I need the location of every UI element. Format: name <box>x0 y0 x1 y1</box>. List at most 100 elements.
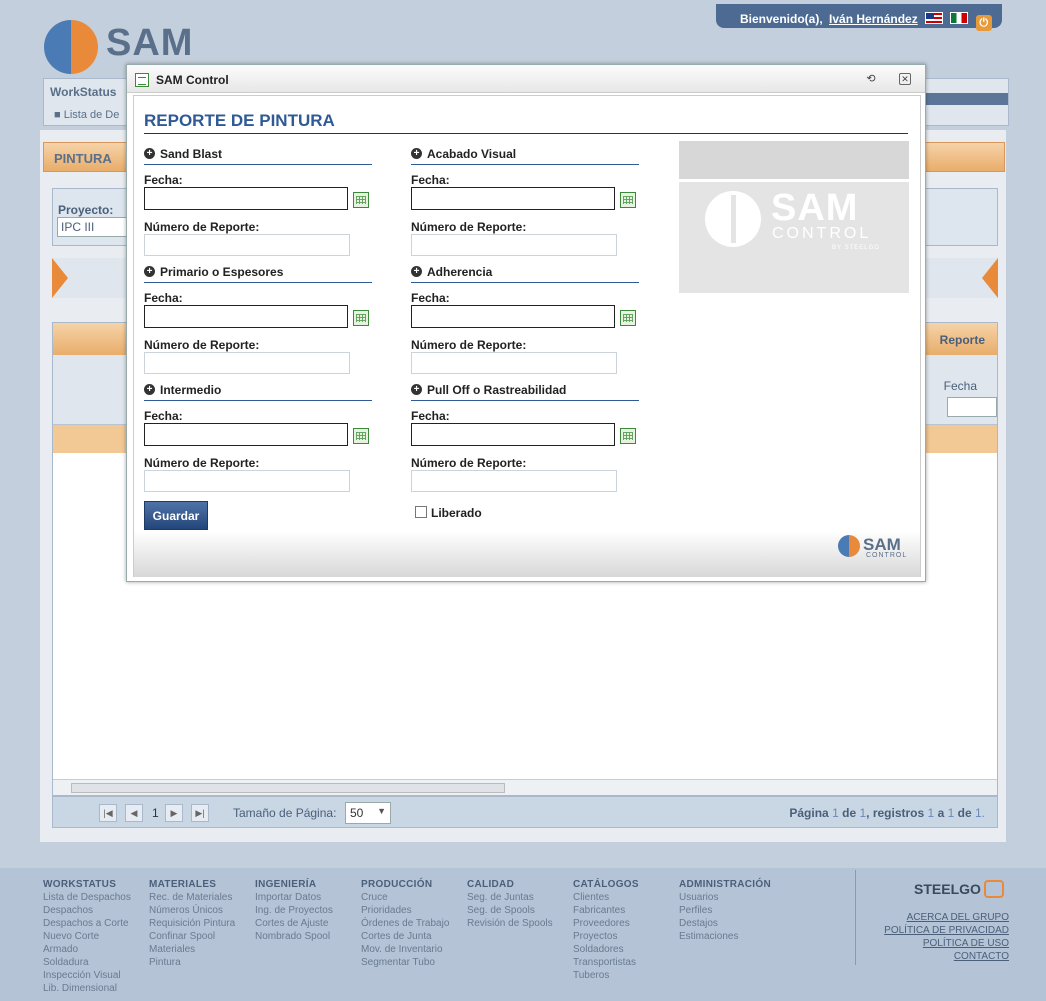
footer-link[interactable]: Rec. de Materiales <box>149 891 235 904</box>
footer-link[interactable]: Usuarios <box>679 891 771 904</box>
footer-link[interactable]: CONTACTO <box>884 950 1009 963</box>
footer-link[interactable]: Proyectos <box>573 930 639 943</box>
sam-logo-icon <box>44 20 98 74</box>
footer-link[interactable]: Pintura <box>149 956 235 969</box>
footer-link[interactable]: POLÍTICA DE PRIVACIDAD <box>884 924 1009 937</box>
adherencia-fecha-input[interactable] <box>411 305 615 328</box>
sam-logo-icon <box>838 535 860 557</box>
prev-page-icon[interactable]: ◀ <box>125 804 143 822</box>
plus-icon[interactable]: + <box>411 266 422 277</box>
workstatus-title[interactable]: WorkStatus <box>50 85 116 99</box>
footer-link[interactable]: Clientes <box>573 891 639 904</box>
footer-link[interactable]: Estimaciones <box>679 930 771 943</box>
plus-icon[interactable]: + <box>411 384 422 395</box>
intermedio-reporte-input[interactable] <box>144 470 350 492</box>
workstatus-subitem[interactable]: ■ Lista de De <box>54 109 119 121</box>
reporte-link[interactable]: Reporte <box>940 333 985 347</box>
footer-link[interactable]: Despachos a Corte <box>43 917 131 930</box>
arrow-left-icon[interactable] <box>52 258 68 298</box>
footer-link[interactable]: Números Únicos <box>149 904 235 917</box>
calendar-icon[interactable] <box>620 310 636 326</box>
footer-link[interactable]: Proveedores <box>573 917 639 930</box>
logout-power-icon[interactable]: ⏻ <box>975 15 992 31</box>
footer-link[interactable]: Segmentar Tubo <box>361 956 449 969</box>
refresh-icon[interactable]: ⟲ <box>865 73 877 85</box>
calendar-icon[interactable] <box>353 310 369 326</box>
horizontal-scrollbar[interactable] <box>53 779 997 795</box>
footer-link[interactable]: ACERCA DEL GRUPO <box>884 911 1009 924</box>
sand-blast-fecha-input[interactable] <box>144 187 348 210</box>
footer-link[interactable]: Lista de Despachos <box>43 891 131 904</box>
fecha-label: Fecha: <box>411 173 450 187</box>
footer-link[interactable]: Requisición Pintura <box>149 917 235 930</box>
next-page-icon[interactable]: ▶ <box>165 804 183 822</box>
sand-blast-reporte-input[interactable] <box>144 234 350 256</box>
acabado-visual-reporte-input[interactable] <box>411 234 617 256</box>
panel-logo-control: CONTROL <box>772 225 872 242</box>
plus-icon[interactable]: + <box>144 266 155 277</box>
close-icon[interactable]: ✕ <box>899 73 911 85</box>
footer-link[interactable]: Fabricantes <box>573 904 639 917</box>
liberado-option[interactable]: Liberado <box>415 506 482 520</box>
footer-link[interactable]: Armado <box>43 943 131 956</box>
plus-icon[interactable]: + <box>144 384 155 395</box>
footer-link[interactable]: POLÍTICA DE USO <box>884 937 1009 950</box>
plus-icon[interactable]: + <box>411 148 422 159</box>
intermedio-fecha-input[interactable] <box>144 423 348 446</box>
footer-link[interactable]: Cruce <box>361 891 449 904</box>
calendar-icon[interactable] <box>620 428 636 444</box>
mx-flag-icon[interactable] <box>950 12 969 24</box>
calendar-icon[interactable] <box>353 428 369 444</box>
adherencia-reporte-input[interactable] <box>411 352 617 374</box>
footer-link[interactable]: Importar Datos <box>255 891 333 904</box>
current-page[interactable]: 1 <box>152 806 159 820</box>
scrollbar-thumb[interactable] <box>71 783 505 793</box>
primario-fecha-input[interactable] <box>144 305 348 328</box>
proyecto-label: Proyecto: <box>58 203 114 217</box>
modal-footer <box>133 531 921 577</box>
calendar-icon[interactable] <box>620 192 636 208</box>
footer-link[interactable]: Órdenes de Trabajo <box>361 917 449 930</box>
footer-link[interactable]: Destajos <box>679 917 771 930</box>
footer-link[interactable]: Mov. de Inventario <box>361 943 449 956</box>
footer-link[interactable]: Soldadura <box>43 956 131 969</box>
liberado-checkbox[interactable] <box>415 506 427 518</box>
footer-link[interactable]: Cortes de Ajuste <box>255 917 333 930</box>
footer-link[interactable]: Confinar Spool <box>149 930 235 943</box>
welcome-text: Bienvenido(a), <box>740 12 823 26</box>
footer-link[interactable]: Seg. de Spools <box>467 904 553 917</box>
arrow-right-icon[interactable] <box>982 258 998 298</box>
primario-reporte-input[interactable] <box>144 352 350 374</box>
page-size-select[interactable]: 50 ▼ <box>345 802 391 824</box>
footer-link[interactable]: Cortes de Junta <box>361 930 449 943</box>
calendar-icon[interactable] <box>353 192 369 208</box>
footer-link[interactable]: Materiales <box>149 943 235 956</box>
section-header: + Adherencia <box>411 265 639 283</box>
footer-link[interactable]: Inspección Visual <box>43 969 131 982</box>
footer-link[interactable]: Prioridades <box>361 904 449 917</box>
footer-link[interactable]: Ing. de Proyectos <box>255 904 333 917</box>
footer-link[interactable]: Lib. Dimensional <box>43 982 131 995</box>
footer-link[interactable]: Tuberos <box>573 969 639 982</box>
grid-fecha-filter[interactable] <box>947 397 997 417</box>
pull-off-fecha-input[interactable] <box>411 423 615 446</box>
plus-icon[interactable]: + <box>144 148 155 159</box>
us-flag-icon[interactable] <box>925 12 944 24</box>
footer-link[interactable]: Seg. de Juntas <box>467 891 553 904</box>
footer-link[interactable]: Revisión de Spools <box>467 917 553 930</box>
footer-link[interactable]: Nombrado Spool <box>255 930 333 943</box>
footer-link[interactable]: Despachos <box>43 904 131 917</box>
first-page-icon[interactable]: |◀ <box>99 804 117 822</box>
footer-column-heading: INGENIERÍA <box>255 879 317 890</box>
footer-link[interactable]: Transportistas <box>573 956 639 969</box>
footer-link[interactable]: Soldadores <box>573 943 639 956</box>
acabado-visual-fecha-input[interactable] <box>411 187 615 210</box>
user-name-link[interactable]: Iván Hernández <box>829 12 918 26</box>
footer-link[interactable]: Nuevo Corte <box>43 930 131 943</box>
guardar-button[interactable]: Guardar <box>144 501 208 530</box>
pull-off-reporte-input[interactable] <box>411 470 617 492</box>
workstatus-bar <box>912 93 1008 105</box>
footer-link[interactable]: Perfiles <box>679 904 771 917</box>
proyecto-select[interactable]: IPC III <box>57 217 137 237</box>
last-page-icon[interactable]: ▶| <box>191 804 209 822</box>
